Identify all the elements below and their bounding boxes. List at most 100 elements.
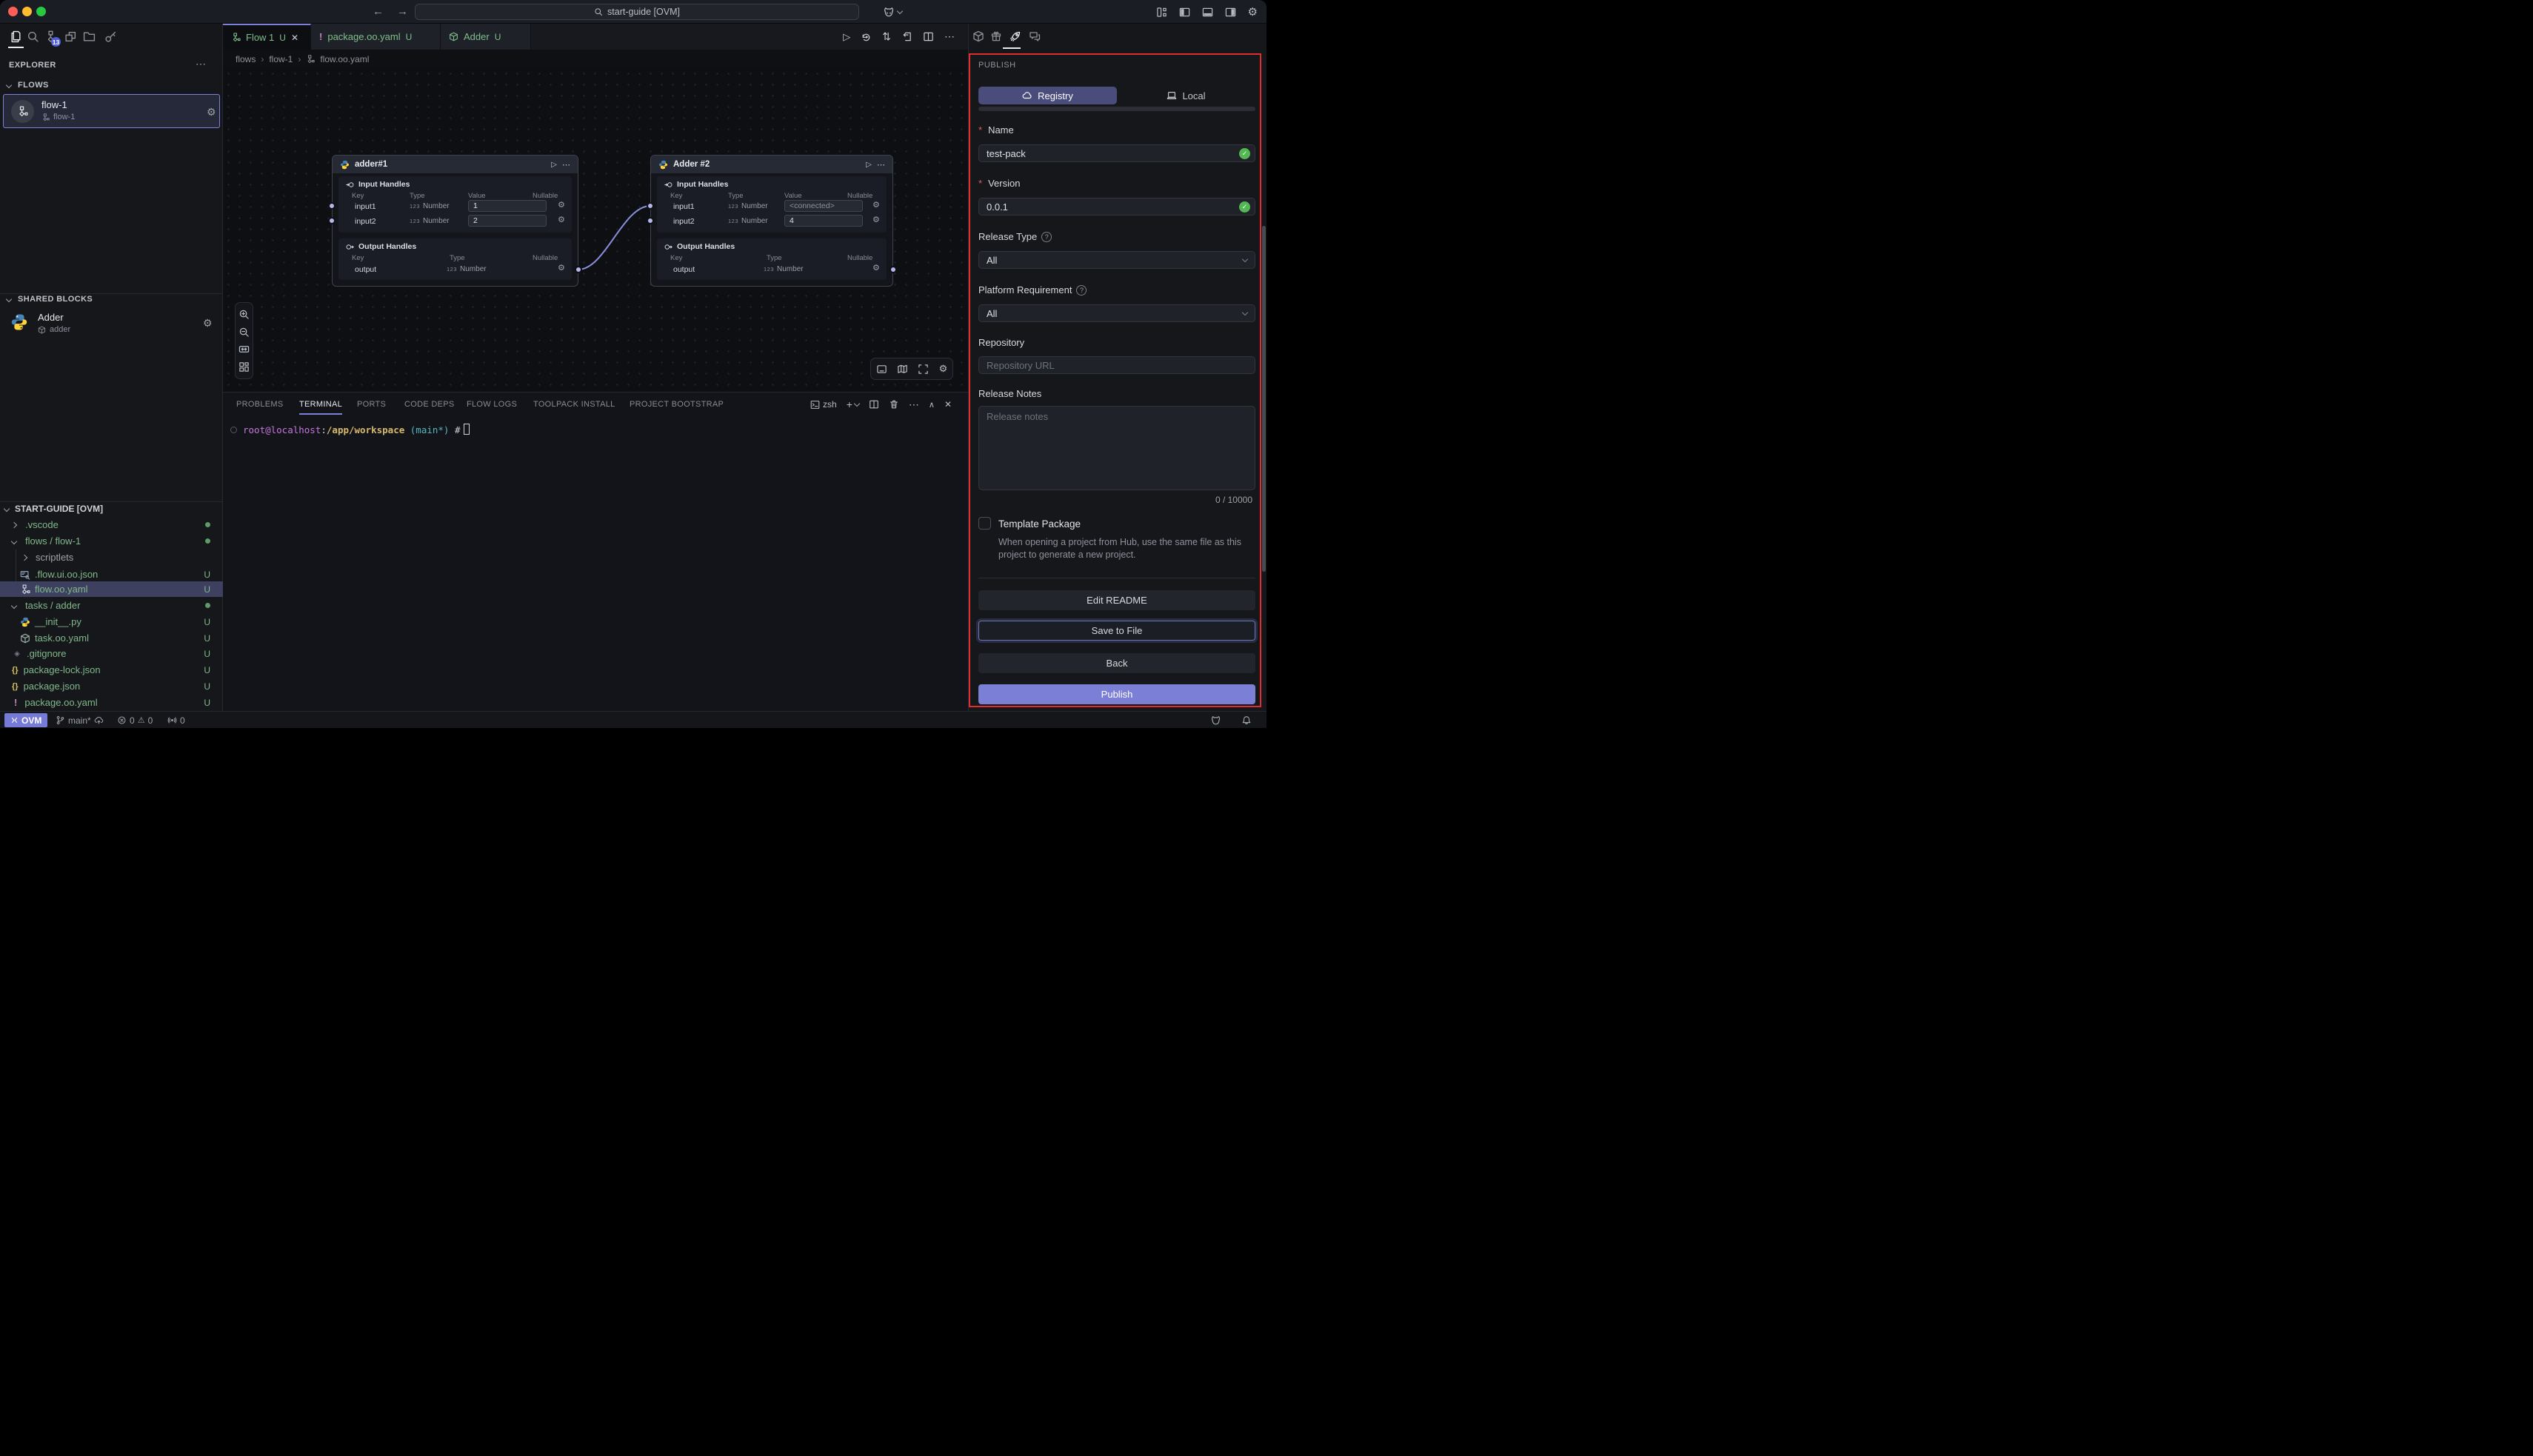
rerun-icon[interactable] [861,31,872,42]
handle-gear-icon[interactable]: ⚙ [558,264,565,273]
shared-section-header[interactable]: SHARED BLOCKS [18,295,93,304]
maximize-panel-icon[interactable]: ∧ [929,400,935,410]
flows-section-chevron[interactable] [6,82,12,88]
tree-item-init-py[interactable]: __init__.py U [0,614,223,630]
tree-item-package-json[interactable]: {} package.json U [0,678,223,694]
notifications-bell[interactable] [1241,712,1252,728]
zoom-out-icon[interactable] [238,327,250,338]
nav-back-icon[interactable]: ← [373,5,384,18]
handle-gear-icon[interactable]: ⚙ [872,201,880,210]
breadcrumb-flows[interactable]: flows [236,54,256,64]
terminal-content[interactable]: root@localhost:/app/workspace (main*) # [230,424,470,435]
minimap-icon[interactable] [897,364,908,375]
panel-tab-flow-logs[interactable]: FLOW LOGS [467,395,517,413]
zoom-in-icon[interactable] [238,309,250,320]
input-port[interactable] [647,202,654,210]
node-header[interactable]: Adder #2 ▷ ⋯ [651,156,892,173]
node-adder-2[interactable]: Adder #2 ▷ ⋯ Input Handles Key Type Valu… [650,155,893,287]
run-node-icon[interactable]: ▷ [551,161,557,169]
value-input[interactable]: 4 [784,215,863,227]
panel-tab-code-deps[interactable]: CODE DEPS [404,395,455,413]
handle-gear-icon[interactable]: ⚙ [872,264,880,273]
remote-indicator[interactable]: OVM [4,713,47,727]
value-input[interactable]: 2 [468,215,547,227]
split-editor-icon[interactable] [923,31,934,42]
tree-item-package-oo-yaml[interactable]: ! package.oo.yaml U [0,695,223,710]
flow-item-gear-icon[interactable]: ⚙ [207,107,216,117]
nav-forward-icon[interactable]: → [397,5,408,18]
tree-item-task-oo-yaml[interactable]: task.oo.yaml U [0,630,223,646]
copilot-status[interactable] [1210,712,1221,728]
shared-section-chevron[interactable] [6,296,12,302]
shared-item-gear-icon[interactable]: ⚙ [203,318,213,328]
repository-input[interactable] [978,356,1255,374]
value-input[interactable]: <connected> [784,200,863,212]
panel-tab-toolpack-install[interactable]: TOOLPACK INSTALL [533,395,615,413]
breadcrumb-flow-1[interactable]: flow-1 [269,54,293,64]
ports-status[interactable]: 0 [167,712,185,728]
activity-explorer-icon[interactable] [10,30,22,43]
branch-status[interactable]: main* [56,712,104,728]
input-port[interactable] [647,217,654,224]
more-actions-icon[interactable]: ⋯ [944,30,955,43]
auto-layout-icon[interactable] [238,361,250,373]
tree-item-flow-ui-json[interactable]: .flow.ui.oo.json U [0,567,223,582]
node-more-icon[interactable]: ⋯ [877,160,885,170]
tree-item-vscode[interactable]: .vscode [0,517,223,532]
panel-tab-problems[interactable]: PROBLEMS [236,395,284,413]
tree-item-flow-oo-yaml[interactable]: flow.oo.yaml U [0,581,223,597]
feedback-icon[interactable] [1029,30,1041,42]
panel-tab-ports[interactable]: PORTS [357,395,386,413]
problems-status[interactable]: 0 ⚠ 0 [117,712,153,728]
tree-item-package-lock-json[interactable]: {} package-lock.json U [0,662,223,678]
handle-gear-icon[interactable]: ⚙ [558,201,565,210]
registry-tab[interactable]: Registry [978,87,1117,104]
tree-item-flows-flow-1[interactable]: flows / flow-1 [0,533,223,549]
sync-icon[interactable]: ⇅ [882,30,891,43]
open-preview-icon[interactable] [901,31,912,42]
panel-tab-project-bootstrap[interactable]: PROJECT BOOTSTRAP [630,395,724,413]
release-type-select[interactable]: All [978,251,1255,269]
canvas-settings-gear-icon[interactable]: ⚙ [939,363,948,375]
help-icon[interactable]: ? [1076,285,1087,295]
shared-block-item[interactable]: Adder adder ⚙ [0,310,223,336]
close-tab-icon[interactable]: ✕ [291,33,298,43]
activ ity-search-icon[interactable] [27,30,39,43]
new-terminal-button[interactable]: + [847,398,859,410]
scrollbar-thumb[interactable] [1262,226,1266,572]
tab-adder[interactable]: Adder U [441,24,531,50]
help-icon[interactable]: ? [1041,232,1052,242]
explorer-more-icon[interactable]: ⋯ [196,58,206,70]
node-more-icon[interactable]: ⋯ [562,160,570,170]
output-port[interactable] [890,266,897,273]
input-port[interactable] [328,217,336,224]
tab-package-oo-yaml[interactable]: ! package.oo.yaml U [311,24,441,50]
zoom-window-button[interactable] [36,7,46,16]
shell-indicator[interactable]: zsh [810,399,837,410]
activity-folder-icon[interactable] [83,30,96,43]
handle-gear-icon[interactable]: ⚙ [872,216,880,224]
activity-key-icon[interactable] [104,30,117,43]
panel-tab-terminal[interactable]: TERMINAL [299,395,342,413]
tree-root-header[interactable]: START-GUIDE [OVM] [0,501,223,516]
minimize-window-button[interactable] [22,7,32,16]
toggle-panel-icon[interactable] [1202,7,1213,18]
gift-icon[interactable] [990,30,1002,42]
node-header[interactable]: adder#1 ▷ ⋯ [333,156,578,173]
breadcrumb-file[interactable]: flow.oo.yaml [320,54,369,64]
panel-more-icon[interactable]: ⋯ [909,398,919,411]
fit-view-icon[interactable] [238,344,250,355]
publish-rocket-icon[interactable] [1009,30,1021,42]
value-input[interactable]: 1 [468,200,547,212]
platform-select[interactable]: All [978,304,1255,322]
local-tab[interactable]: Local [1117,87,1255,104]
close-window-button[interactable] [8,7,18,16]
output-port[interactable] [575,266,582,273]
handle-gear-icon[interactable]: ⚙ [558,216,565,224]
kill-terminal-icon[interactable] [889,399,899,410]
version-input[interactable] [978,198,1255,216]
release-notes-textarea[interactable] [978,406,1255,490]
activity-flows-icon[interactable]: 13 [45,30,58,43]
activity-blocks-icon[interactable] [64,30,77,43]
package-cube-icon[interactable] [972,30,984,42]
